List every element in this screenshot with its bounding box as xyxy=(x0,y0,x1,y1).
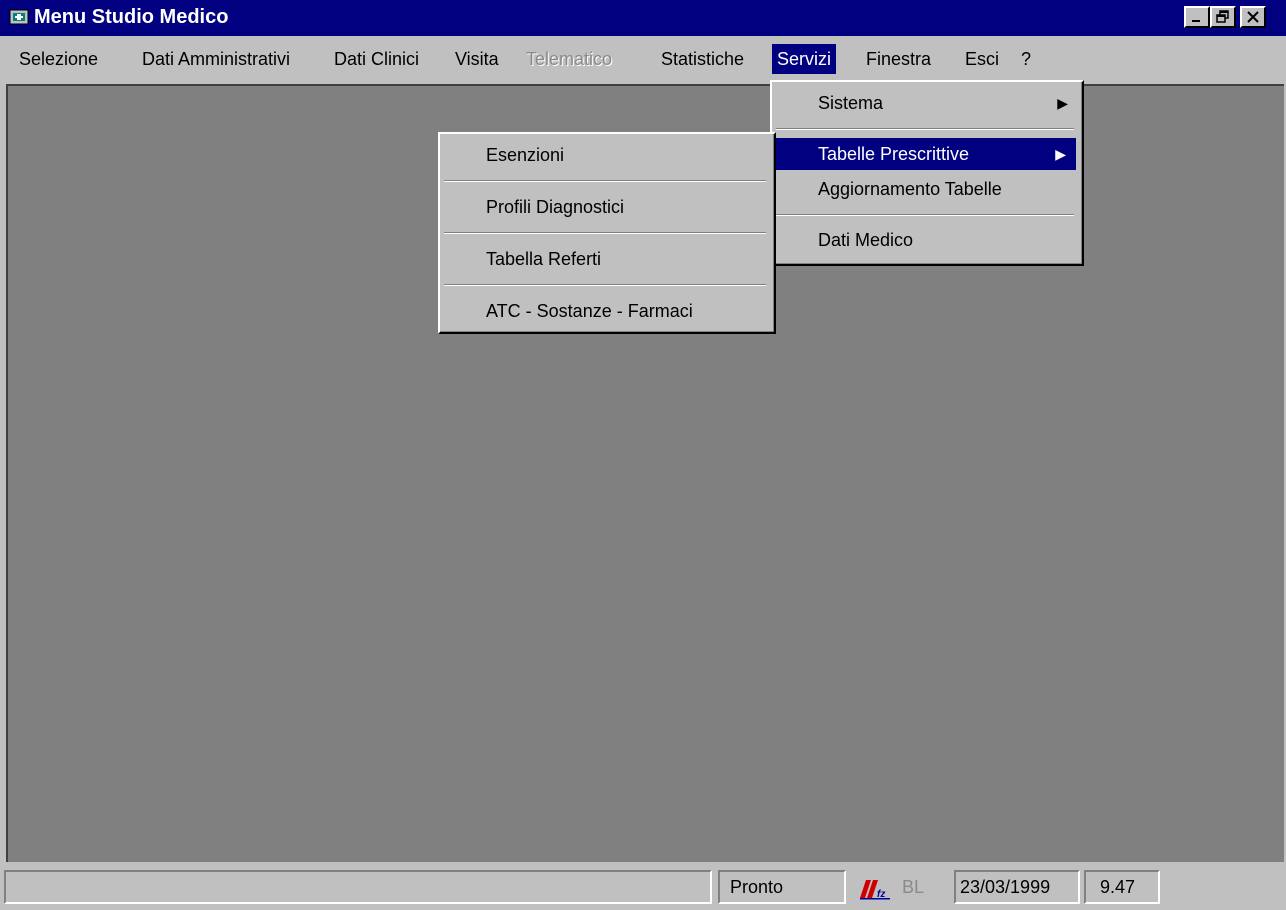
vendor-logo-icon: fz xyxy=(860,880,890,900)
menu-help[interactable]: ? xyxy=(1016,44,1036,74)
menu-item-atc-sostanze-farmaci[interactable]: ATC - Sostanze - Farmaci xyxy=(440,295,770,327)
status-time: 9.47 xyxy=(1084,870,1160,904)
menu-servizi[interactable]: Servizi xyxy=(772,44,837,74)
menu-item-label: Dati Medico xyxy=(818,230,914,250)
menu-telematico: Telematico xyxy=(526,49,613,69)
menu-selezione[interactable]: Selezione xyxy=(14,44,103,74)
servizi-dropdown: Sistema ▶ Tabelle Prescrittive ▶ Aggiorn… xyxy=(770,80,1084,266)
menu-item-sistema[interactable]: Sistema ▶ xyxy=(772,87,1078,119)
menu-separator xyxy=(444,180,766,182)
menu-item-label: Sistema xyxy=(818,93,884,113)
bl-indicator: BL xyxy=(902,877,925,897)
menu-item-tabelle-prescrittive[interactable]: Tabelle Prescrittive ▶ xyxy=(774,138,1076,170)
window-title: Menu Studio Medico xyxy=(34,6,229,28)
medical-app-icon[interactable] xyxy=(8,6,30,28)
menu-item-aggiornamento-tabelle[interactable]: Aggiornamento Tabelle xyxy=(772,173,1078,205)
menu-separator xyxy=(776,214,1074,216)
menu-item-dati-medico[interactable]: Dati Medico xyxy=(772,224,1078,256)
menu-separator xyxy=(776,128,1074,130)
submenu-arrow-icon: ▶ xyxy=(1055,146,1066,162)
close-icon xyxy=(1247,11,1259,23)
title-bar[interactable]: Menu Studio Medico xyxy=(0,0,1286,36)
menu-item-label: ATC - Sostanze - Farmaci xyxy=(486,301,693,321)
status-text: Pronto xyxy=(718,870,846,904)
menu-bar: Selezione Dati Amministrativi Dati Clini… xyxy=(0,38,1286,80)
menu-item-esenzioni[interactable]: Esenzioni xyxy=(440,139,770,171)
tabelle-prescrittive-submenu: Esenzioni Profili Diagnostici Tabella Re… xyxy=(438,132,776,334)
menu-item-label: Tabelle Prescrittive xyxy=(818,144,970,164)
minimize-button[interactable] xyxy=(1184,6,1210,28)
status-date: 23/03/1999 xyxy=(954,870,1080,904)
menu-statistiche[interactable]: Statistiche xyxy=(656,44,749,74)
submenu-arrow-icon: ▶ xyxy=(1057,95,1068,111)
menu-dati-amministrativi[interactable]: Dati Amministrativi xyxy=(137,44,295,74)
menu-separator xyxy=(444,232,766,234)
restore-icon xyxy=(1216,10,1229,23)
status-bar: Pronto BL 23/03/1999 9.47 xyxy=(0,864,1286,910)
close-button[interactable] xyxy=(1240,6,1266,28)
menu-item-tabella-referti[interactable]: Tabella Referti xyxy=(440,243,770,275)
minimize-icon xyxy=(1192,20,1200,22)
menu-item-profili-diagnostici[interactable]: Profili Diagnostici xyxy=(440,191,770,223)
status-panel-message xyxy=(4,870,712,904)
restore-button[interactable] xyxy=(1210,6,1236,28)
menu-finestra[interactable]: Finestra xyxy=(861,44,936,74)
menu-item-label: Esenzioni xyxy=(486,145,565,165)
menu-item-label: Profili Diagnostici xyxy=(486,197,625,217)
menu-separator xyxy=(444,284,766,286)
menu-item-label: Tabella Referti xyxy=(486,249,602,269)
menu-item-label: Aggiornamento Tabelle xyxy=(818,179,1002,199)
menu-visita[interactable]: Visita xyxy=(450,44,504,74)
menu-dati-clinici[interactable]: Dati Clinici xyxy=(329,44,424,74)
menu-esci[interactable]: Esci xyxy=(960,44,1004,74)
